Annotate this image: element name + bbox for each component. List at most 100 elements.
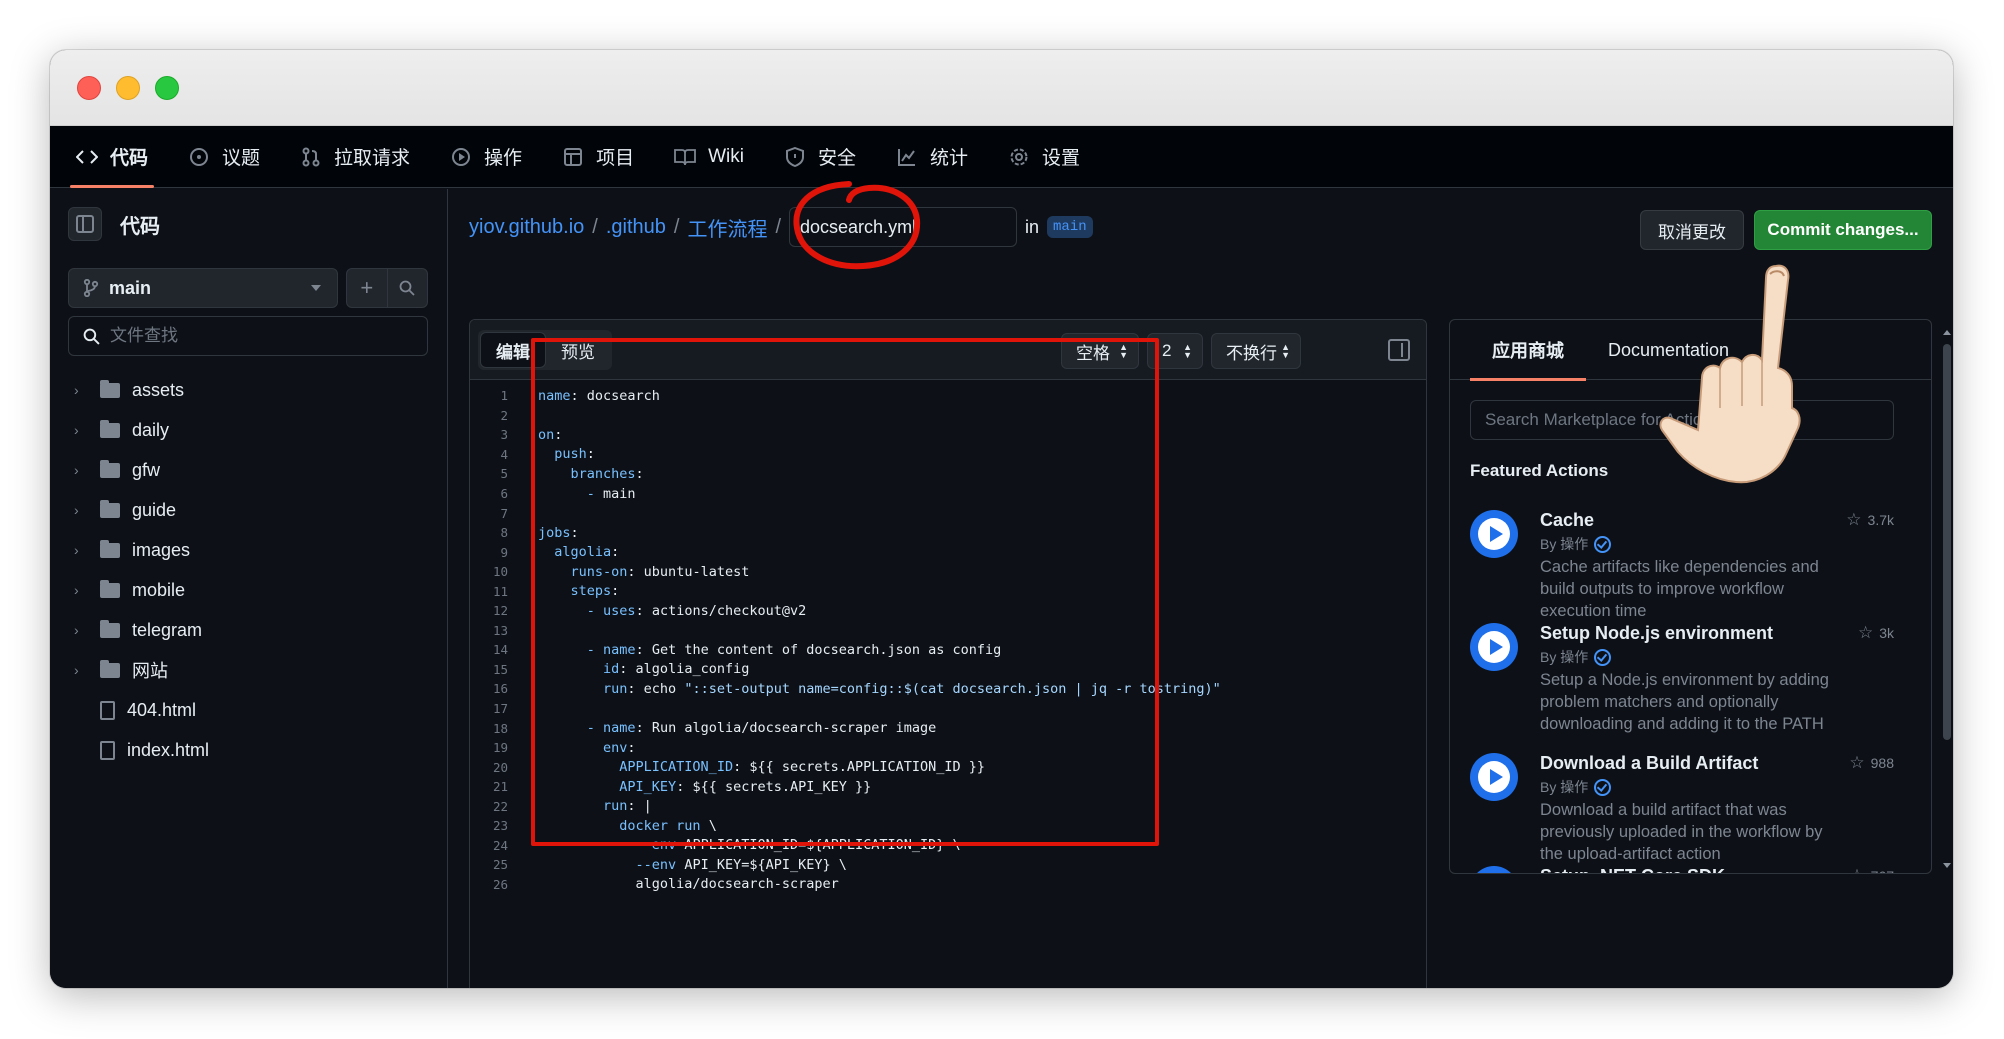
tree-folder[interactable]: › assets bbox=[68, 370, 428, 410]
file-tree-sidebar: 代码 main + › assets › daily › gfw › guide › images… bbox=[50, 189, 448, 988]
marketplace-search-input[interactable] bbox=[1470, 400, 1894, 440]
code-line[interactable]: 9 algolia: bbox=[470, 542, 1426, 562]
breadcrumb-repo-link[interactable]: yiov.github.io bbox=[469, 216, 584, 239]
verified-icon bbox=[1594, 535, 1612, 553]
cancel-changes-button[interactable]: 取消更改 bbox=[1640, 210, 1744, 250]
line-number: 22 bbox=[492, 798, 508, 814]
branch-selector[interactable]: main bbox=[68, 268, 338, 308]
code-line[interactable]: 23 docker run \ bbox=[470, 816, 1426, 836]
code-line[interactable]: 10 runs-on: ubuntu-latest bbox=[470, 562, 1426, 582]
code-line[interactable]: 4 push: bbox=[470, 445, 1426, 465]
chevron-right-icon[interactable]: › bbox=[74, 422, 86, 438]
toggle-sidepanel-icon[interactable] bbox=[1388, 339, 1410, 361]
tree-file[interactable]: 404.html bbox=[68, 690, 428, 730]
search-files-button[interactable] bbox=[388, 269, 428, 307]
tab-preview[interactable]: 预览 bbox=[546, 332, 610, 368]
nav-pull-requests[interactable]: 拉取请求 bbox=[300, 126, 410, 188]
tab-edit[interactable]: 编辑 bbox=[480, 332, 546, 368]
nav-code[interactable]: 代码 bbox=[69, 126, 155, 188]
code-line[interactable]: 22 run: | bbox=[470, 796, 1426, 816]
in-label: in bbox=[1025, 216, 1040, 237]
scrollbar-thumb[interactable] bbox=[1943, 344, 1951, 740]
code-line[interactable]: 6 - main bbox=[470, 484, 1426, 504]
folder-icon bbox=[100, 459, 120, 478]
code-line[interactable]: 26 algolia/docsearch-scraper bbox=[470, 875, 1426, 895]
wrap-mode-value: 不换行 bbox=[1226, 343, 1277, 363]
code-line[interactable]: 13 bbox=[470, 621, 1426, 641]
add-file-button[interactable]: + bbox=[347, 269, 388, 307]
code-line[interactable]: 2 bbox=[470, 406, 1426, 426]
tree-folder[interactable]: › gfw bbox=[68, 450, 428, 490]
filename-input[interactable] bbox=[789, 207, 1018, 247]
chevron-right-icon[interactable]: › bbox=[74, 582, 86, 598]
indent-size-value: 2 bbox=[1162, 341, 1172, 360]
nav-actions[interactable]: 操作 bbox=[450, 126, 522, 188]
nav-projects[interactable]: 项目 bbox=[562, 126, 634, 188]
tree-file[interactable]: index.html bbox=[68, 730, 428, 770]
code-line[interactable]: 16 run: echo "::set-output name=config::… bbox=[470, 679, 1426, 699]
breadcrumb-workflows-link[interactable]: 工作流程 bbox=[687, 213, 767, 242]
tree-folder[interactable]: › mobile bbox=[68, 570, 428, 610]
tree-folder[interactable]: › telegram bbox=[68, 610, 428, 650]
action-play-icon bbox=[1470, 510, 1518, 558]
line-number: 25 bbox=[492, 857, 508, 873]
code-line[interactable]: 24 --env APPLICATION_ID=${APPLICATION_ID… bbox=[470, 836, 1426, 856]
close-window-button[interactable] bbox=[77, 76, 101, 100]
nav-insights[interactable]: 统计 bbox=[896, 126, 968, 188]
maximize-window-button[interactable] bbox=[155, 76, 179, 100]
breadcrumb-github-link[interactable]: .github bbox=[606, 216, 666, 239]
action-name[interactable]: Setup Node.js environment bbox=[1540, 623, 1773, 644]
code-line[interactable]: 12 - uses: actions/checkout@v2 bbox=[470, 601, 1426, 621]
chevron-right-icon[interactable]: › bbox=[74, 462, 86, 478]
nav-security[interactable]: 安全 bbox=[784, 126, 856, 188]
action-name[interactable]: Download a Build Artifact bbox=[1540, 753, 1758, 774]
indent-size-select[interactable]: 2 ▲ ▼ bbox=[1147, 333, 1203, 369]
code-line[interactable]: 25 --env API_KEY=${API_KEY} \ bbox=[470, 855, 1426, 875]
tree-folder[interactable]: › daily bbox=[68, 410, 428, 450]
code-line[interactable]: 11 steps: bbox=[470, 581, 1426, 601]
indent-mode-select[interactable]: 空格 ▲ ▼ bbox=[1061, 333, 1139, 369]
tree-folder[interactable]: › images bbox=[68, 530, 428, 570]
code-area[interactable]: 1 name: docsearch 2 3 on: 4 push: 5 branches: 6… bbox=[470, 380, 1426, 894]
tree-folder[interactable]: › guide bbox=[68, 490, 428, 530]
tab-documentation[interactable]: Documentation bbox=[1586, 320, 1751, 380]
commit-changes-button[interactable]: Commit changes... bbox=[1754, 210, 1932, 250]
sidebar-collapse-button[interactable] bbox=[68, 207, 102, 241]
nav-issues[interactable]: 议题 bbox=[188, 126, 260, 188]
star-icon: ☆ bbox=[1857, 623, 1874, 642]
nav-label: 安全 bbox=[817, 148, 856, 169]
minimize-window-button[interactable] bbox=[116, 76, 140, 100]
code-line[interactable]: 19 env: bbox=[470, 738, 1426, 758]
action-name[interactable]: Cache bbox=[1540, 510, 1594, 531]
chevron-right-icon[interactable]: › bbox=[74, 502, 86, 518]
code-line[interactable]: 1 name: docsearch bbox=[470, 386, 1426, 406]
scroll-down-icon[interactable] bbox=[1943, 863, 1951, 868]
chevron-right-icon[interactable]: › bbox=[74, 542, 86, 558]
code-line[interactable]: 18 - name: Run algolia/docsearch-scraper… bbox=[470, 718, 1426, 738]
chevron-right-icon[interactable]: › bbox=[74, 382, 86, 398]
scroll-up-icon[interactable] bbox=[1943, 330, 1951, 335]
code-line[interactable]: 15 id: algolia_config bbox=[470, 660, 1426, 680]
chevron-right-icon[interactable]: › bbox=[74, 622, 86, 638]
tab-marketplace[interactable]: 应用商城 bbox=[1470, 320, 1586, 381]
panel-scrollbar[interactable] bbox=[1941, 326, 1953, 872]
graph-icon bbox=[896, 146, 918, 168]
nav-settings[interactable]: 设置 bbox=[1008, 126, 1080, 188]
code-line[interactable]: 7 bbox=[470, 503, 1426, 523]
code-line[interactable]: 14 - name: Get the content of docsearch.… bbox=[470, 640, 1426, 660]
code-line[interactable]: 8 jobs: bbox=[470, 523, 1426, 543]
folder-icon bbox=[100, 579, 120, 598]
code-line[interactable]: 21 API_KEY: ${{ secrets.API_KEY }} bbox=[470, 777, 1426, 797]
code-line[interactable]: 5 branches: bbox=[470, 464, 1426, 484]
code-line[interactable]: 17 bbox=[470, 699, 1426, 719]
action-name[interactable]: Setup .NET Core SDK bbox=[1540, 866, 1725, 873]
code-line[interactable]: 20 APPLICATION_ID: ${{ secrets.APPLICATI… bbox=[470, 757, 1426, 777]
code-text: docker run \ bbox=[619, 817, 717, 834]
nav-label: 代码 bbox=[110, 148, 149, 169]
code-line[interactable]: 3 on: bbox=[470, 425, 1426, 445]
file-search-input[interactable] bbox=[110, 326, 410, 346]
nav-wiki[interactable]: Wiki bbox=[674, 126, 744, 188]
wrap-mode-select[interactable]: 不换行 ▲ ▼ bbox=[1211, 333, 1301, 369]
chevron-right-icon[interactable]: › bbox=[74, 662, 86, 678]
tree-folder[interactable]: › 网站 bbox=[68, 650, 428, 690]
